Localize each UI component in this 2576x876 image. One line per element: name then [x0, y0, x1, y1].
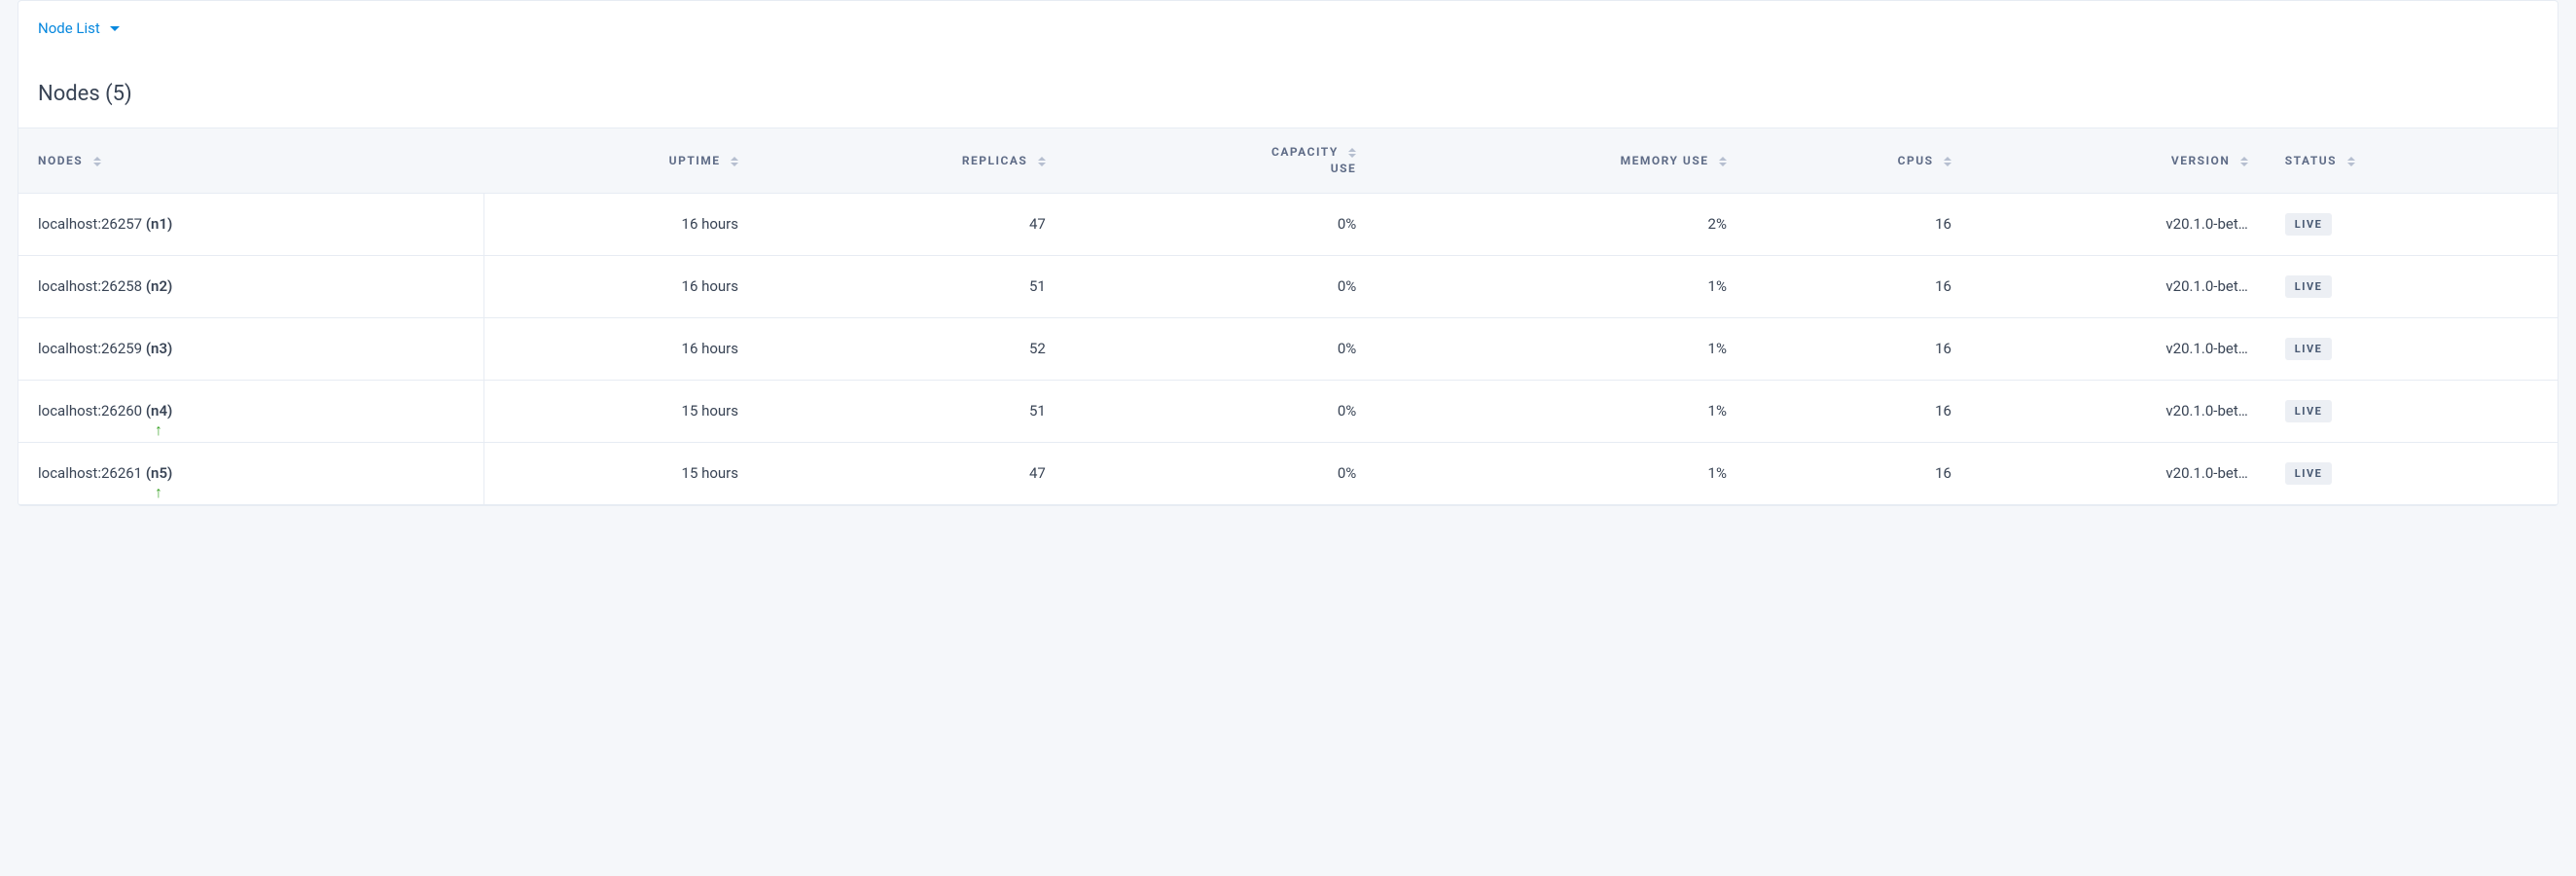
arrow-up-icon: ↑ — [155, 422, 162, 438]
node-host: localhost:26260 — [38, 402, 146, 420]
col-status[interactable]: STATUS — [2262, 128, 2558, 194]
node-cell[interactable]: localhost:26260 (n4) ↑ — [18, 380, 484, 442]
node-id: (n4) — [146, 402, 172, 420]
status-badge: LIVE — [2285, 213, 2333, 236]
node-id: (n5) — [146, 464, 172, 482]
view-selector-bar: Node List — [18, 1, 2558, 55]
node-host: localhost:26259 — [38, 340, 146, 357]
memory-cell: 1% — [1370, 442, 1740, 504]
node-host: localhost:26258 — [38, 277, 146, 295]
memory-cell: 1% — [1370, 255, 1740, 317]
col-replicas[interactable]: REPLICAS — [752, 128, 1059, 194]
status-cell: LIVE — [2262, 442, 2558, 504]
cpus-cell: 16 — [1740, 193, 1965, 255]
version-cell: v20.1.0-bet… — [1965, 442, 2262, 504]
col-uptime[interactable]: UPTIME — [484, 128, 752, 194]
node-cell[interactable]: localhost:26261 (n5) ↑ — [18, 442, 484, 504]
nodes-table: NODES UPTIME REPLICAS CAPACITY USE — [18, 128, 2558, 505]
uptime-cell: 16 hours — [484, 193, 752, 255]
sort-icon — [1944, 157, 1951, 166]
node-cell[interactable]: localhost:26258 (n2) — [18, 255, 484, 317]
col-version[interactable]: VERSION — [1965, 128, 2262, 194]
sort-icon — [2347, 157, 2355, 166]
col-capacity[interactable]: CAPACITY USE — [1059, 128, 1370, 194]
cpus-cell: 16 — [1740, 442, 1965, 504]
sort-icon — [731, 157, 738, 166]
memory-cell: 2% — [1370, 193, 1740, 255]
node-cell[interactable]: localhost:26259 (n3) — [18, 317, 484, 380]
cpus-cell: 16 — [1740, 255, 1965, 317]
node-host: localhost:26261 — [38, 464, 146, 482]
capacity-cell: 0% — [1059, 193, 1370, 255]
table-header-row: NODES UPTIME REPLICAS CAPACITY USE — [18, 128, 2558, 194]
status-badge: LIVE — [2285, 400, 2333, 422]
node-host: localhost:26257 — [38, 215, 146, 233]
table-row: localhost:26259 (n3)16 hours520%1%16v20.… — [18, 317, 2558, 380]
node-id: (n1) — [146, 215, 172, 233]
version-cell: v20.1.0-bet… — [1965, 193, 2262, 255]
status-badge: LIVE — [2285, 338, 2333, 360]
caret-down-icon — [110, 26, 120, 31]
col-memory[interactable]: MEMORY USE — [1370, 128, 1740, 194]
node-id: (n2) — [146, 277, 172, 295]
sort-icon — [93, 157, 101, 166]
status-cell: LIVE — [2262, 193, 2558, 255]
arrow-up-icon: ↑ — [155, 485, 162, 500]
sort-icon — [1348, 148, 1356, 158]
version-cell: v20.1.0-bet… — [1965, 255, 2262, 317]
memory-cell: 1% — [1370, 317, 1740, 380]
view-selector-label: Node List — [38, 19, 100, 37]
status-cell: LIVE — [2262, 317, 2558, 380]
table-row: localhost:26258 (n2)16 hours510%1%16v20.… — [18, 255, 2558, 317]
cpus-cell: 16 — [1740, 317, 1965, 380]
uptime-cell: 15 hours — [484, 380, 752, 442]
nodes-panel: Node List Nodes (5) NODES UPTIME REPLICA… — [18, 0, 2558, 506]
node-cell[interactable]: localhost:26257 (n1) — [18, 193, 484, 255]
uptime-cell: 16 hours — [484, 317, 752, 380]
replicas-cell: 51 — [752, 255, 1059, 317]
replicas-cell: 51 — [752, 380, 1059, 442]
capacity-cell: 0% — [1059, 255, 1370, 317]
capacity-cell: 0% — [1059, 317, 1370, 380]
sort-icon — [1719, 157, 1727, 166]
page-title: Nodes (5) — [18, 55, 2558, 128]
version-cell: v20.1.0-bet… — [1965, 380, 2262, 442]
cpus-cell: 16 — [1740, 380, 1965, 442]
node-id: (n3) — [146, 340, 172, 357]
sort-icon — [1038, 157, 1046, 166]
replicas-cell: 52 — [752, 317, 1059, 380]
replicas-cell: 47 — [752, 442, 1059, 504]
replicas-cell: 47 — [752, 193, 1059, 255]
view-selector-dropdown[interactable]: Node List — [38, 19, 120, 37]
status-badge: LIVE — [2285, 275, 2333, 298]
status-cell: LIVE — [2262, 380, 2558, 442]
memory-cell: 1% — [1370, 380, 1740, 442]
status-cell: LIVE — [2262, 255, 2558, 317]
table-row: localhost:26260 (n4) ↑ 15 hours510%1%16v20… — [18, 380, 2558, 442]
version-cell: v20.1.0-bet… — [1965, 317, 2262, 380]
col-nodes[interactable]: NODES — [18, 128, 484, 194]
table-row: localhost:26261 (n5) ↑ 15 hours470%1%16v20… — [18, 442, 2558, 504]
uptime-cell: 15 hours — [484, 442, 752, 504]
uptime-cell: 16 hours — [484, 255, 752, 317]
col-cpus[interactable]: CPUS — [1740, 128, 1965, 194]
table-row: localhost:26257 (n1)16 hours470%2%16v20.… — [18, 193, 2558, 255]
sort-icon — [2240, 157, 2248, 166]
capacity-cell: 0% — [1059, 380, 1370, 442]
status-badge: LIVE — [2285, 462, 2333, 485]
capacity-cell: 0% — [1059, 442, 1370, 504]
